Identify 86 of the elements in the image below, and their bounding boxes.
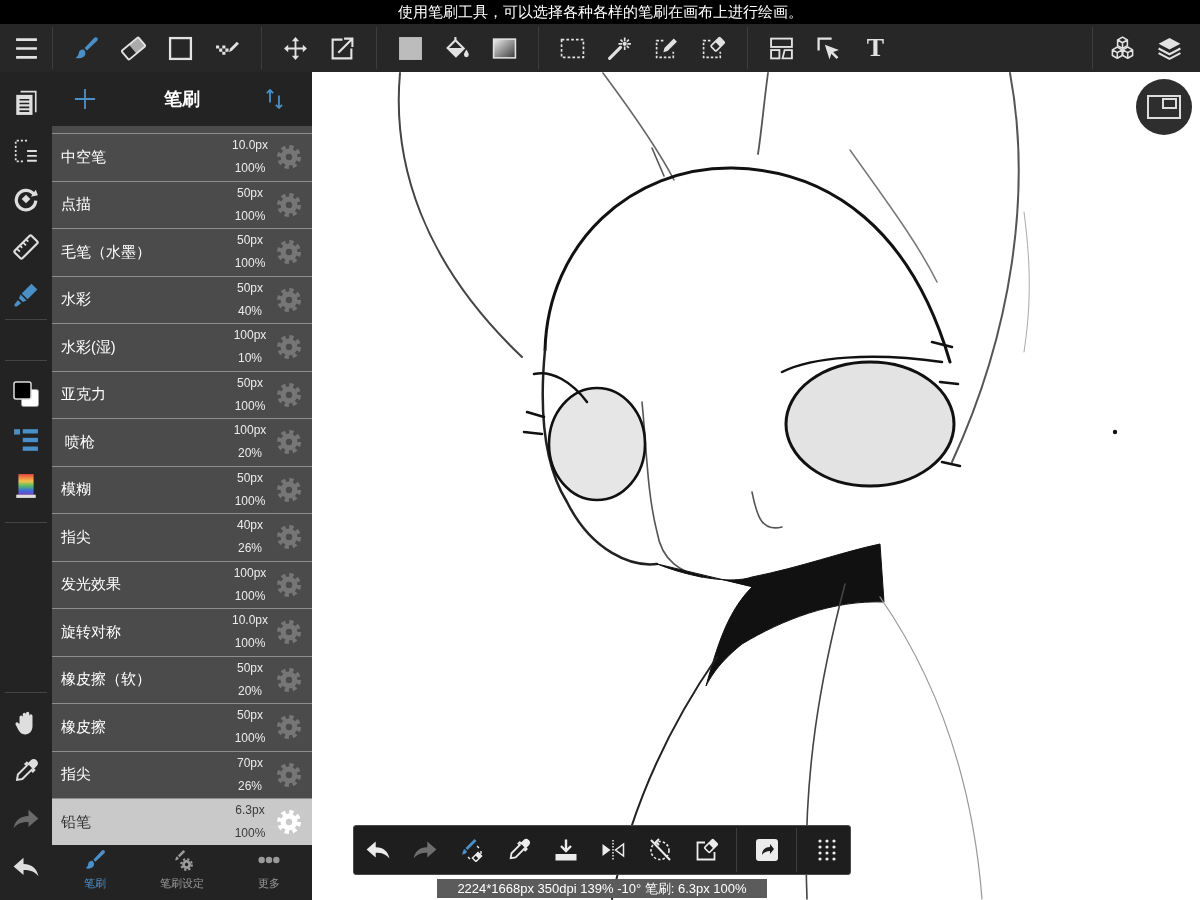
- brush-size: 10.0px: [232, 137, 268, 155]
- brush-icon: [84, 849, 107, 871]
- brush-name: 发光效果: [61, 575, 122, 595]
- fill-shape-icon[interactable]: [398, 35, 423, 61]
- brush-name: 橡皮擦: [61, 717, 107, 737]
- layers-icon[interactable]: [1157, 35, 1182, 61]
- brush-size: 50px: [237, 279, 263, 297]
- brush-name: 铅笔: [61, 812, 92, 832]
- brush-opacity: 100%: [234, 825, 266, 843]
- brush-size: 50px: [237, 232, 263, 250]
- selection-cursor-icon[interactable]: [816, 35, 841, 61]
- menu-icon[interactable]: [13, 35, 39, 61]
- color-bar-icon[interactable]: [13, 473, 39, 499]
- document-stack-icon[interactable]: [13, 90, 39, 116]
- marker-icon[interactable]: [13, 282, 39, 308]
- brush-name: 模糊: [61, 480, 92, 500]
- panel-title: 笔刷: [164, 88, 200, 111]
- brush-opacity: 100%: [234, 587, 266, 605]
- brush-opacity: 100%: [234, 730, 266, 748]
- canvas-info-bar: 2224*1668px 350dpi 139% -10° 笔刷: 6.3px 100%: [437, 879, 767, 898]
- flip-horizontal-icon[interactable]: [600, 838, 625, 862]
- brush-size: 50px: [237, 707, 263, 725]
- brush-opacity: 100%: [234, 635, 266, 653]
- brush-name: 指尖: [61, 527, 92, 547]
- gradient-icon[interactable]: [492, 35, 517, 61]
- ruler-icon[interactable]: [13, 234, 39, 260]
- brush-opacity: 26%: [238, 777, 262, 795]
- brush-opacity: 10%: [238, 350, 262, 368]
- brush-name: 水彩: [61, 290, 92, 310]
- rotate-view-icon[interactable]: [13, 186, 39, 212]
- sort-icon[interactable]: [266, 89, 283, 109]
- brush-size: 40px: [237, 517, 263, 535]
- brush-icon[interactable]: [74, 35, 99, 61]
- selection-list-icon[interactable]: [13, 138, 39, 164]
- brush-opacity: 40%: [238, 302, 262, 320]
- brush-name: 中空笔: [61, 147, 107, 167]
- brush-name: 亚克力: [61, 385, 107, 405]
- brush-opacity: 26%: [238, 540, 262, 558]
- color-swatch-icon[interactable]: [13, 381, 39, 407]
- brush-opacity: 100%: [234, 207, 266, 225]
- panel-layout-icon[interactable]: [769, 35, 794, 61]
- transform-icon[interactable]: [330, 35, 355, 61]
- brush-name: 旋转对称: [61, 622, 122, 642]
- export-icon[interactable]: [754, 838, 779, 862]
- brush-size: 100px: [233, 422, 267, 440]
- brush-eraser-swap-icon[interactable]: [459, 838, 484, 862]
- eraser-icon[interactable]: [121, 35, 146, 61]
- brush-size: 6.3px: [235, 802, 265, 820]
- brush-opacity: 100%: [234, 492, 266, 510]
- list-icon[interactable]: [13, 427, 39, 453]
- magic-wand-icon[interactable]: [607, 35, 632, 61]
- brush-size: 100px: [233, 327, 267, 345]
- brush-panel-tab[interactable]: 笔刷设定: [138, 845, 226, 900]
- frame-eraser-icon[interactable]: [694, 838, 719, 862]
- brush-size: 10.0px: [232, 612, 268, 630]
- add-icon[interactable]: [74, 88, 96, 110]
- brush-list-item[interactable]: 铅笔 6.3px 100%: [52, 798, 312, 845]
- brush-panel-tab[interactable]: 更多: [225, 845, 312, 900]
- brush-size: 70px: [237, 754, 263, 772]
- brush-name: 橡皮擦（软）: [61, 670, 152, 690]
- tool-hint-text: 使用笔刷工具，可以选择各种各样的笔刷在画布上进行绘画。: [397, 2, 803, 22]
- rotation-reset-icon[interactable]: [647, 838, 672, 862]
- square-shape-icon[interactable]: [168, 35, 193, 61]
- brush-size: 50px: [237, 469, 263, 487]
- brush-size: 50px: [237, 659, 263, 677]
- download-icon[interactable]: [553, 838, 578, 862]
- brush-opacity: 20%: [238, 682, 262, 700]
- brush-opacity: 20%: [238, 445, 262, 463]
- brush-opacity: 100%: [234, 160, 266, 178]
- eyedropper-icon[interactable]: [13, 758, 39, 784]
- cubes-icon[interactable]: [1110, 35, 1135, 61]
- brush-name: 指尖: [61, 765, 92, 785]
- selection-eraser-icon[interactable]: [701, 35, 726, 61]
- move-arrows-icon[interactable]: [283, 35, 308, 61]
- text-tool-button[interactable]: T: [866, 35, 885, 61]
- brush-opacity: 100%: [234, 397, 266, 415]
- brush-panel-tab[interactable]: 笔刷: [52, 845, 139, 900]
- brush-size: 50px: [237, 184, 263, 202]
- brush-name: 毛笔（水墨）: [61, 242, 152, 262]
- brush-opacity: 100%: [234, 255, 266, 273]
- navigator-window-icon[interactable]: [1136, 79, 1192, 135]
- brush-name: 水彩(湿): [61, 337, 117, 357]
- brush-name: 喷枪: [64, 432, 97, 452]
- brush-size: 50px: [237, 374, 263, 392]
- brush-size: 100px: [233, 564, 267, 582]
- brush-name: 点描: [61, 195, 92, 215]
